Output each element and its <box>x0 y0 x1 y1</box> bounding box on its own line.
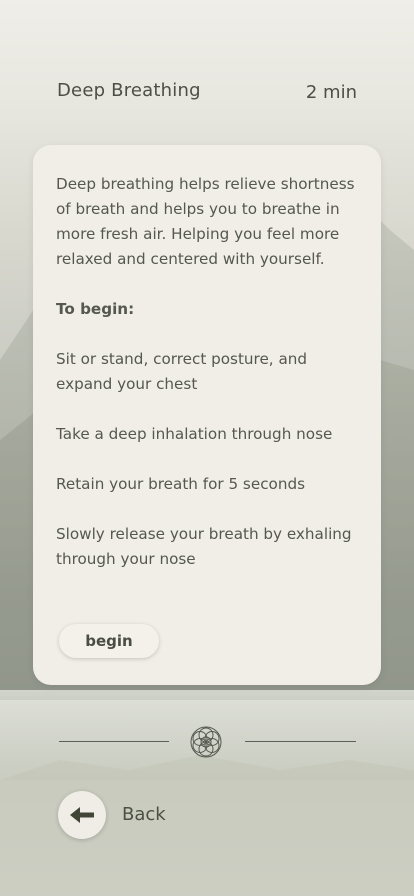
flower-of-life-icon <box>190 726 222 758</box>
exercise-card: Deep breathing helps relieve shortness o… <box>33 145 381 685</box>
begin-button[interactable]: begin <box>59 624 159 658</box>
step-3: Retain your breath for 5 seconds <box>56 475 306 493</box>
arrow-left-icon <box>70 807 94 823</box>
divider-line-left <box>59 741 169 742</box>
header: Deep Breathing 2 min <box>57 80 357 108</box>
back-label[interactable]: Back <box>122 804 166 825</box>
step-2: Take a deep inhalation through nose <box>56 425 333 443</box>
intro-text: Deep breathing helps relieve shortness o… <box>56 175 355 268</box>
step-1: Sit or stand, correct posture, and expan… <box>56 350 308 393</box>
back-button[interactable] <box>58 791 106 839</box>
divider-line-right <box>245 741 356 742</box>
card-text: Deep breathing helps relieve shortness o… <box>56 172 361 597</box>
step-4: Slowly release your breath by exhaling t… <box>56 525 352 568</box>
page-title: Deep Breathing <box>57 80 201 101</box>
duration-label: 2 min <box>305 82 357 103</box>
instructions-heading: To begin: <box>56 300 135 318</box>
